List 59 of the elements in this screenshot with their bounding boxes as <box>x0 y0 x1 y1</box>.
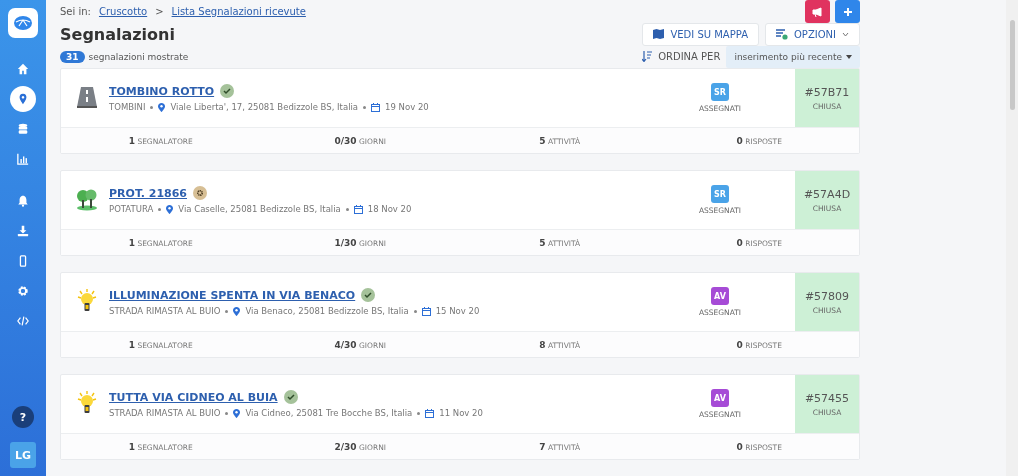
calendar-icon <box>371 102 381 112</box>
assignee-avatar: SR <box>711 185 729 203</box>
report-id: #57A4D <box>803 187 851 201</box>
calendar-icon <box>421 306 431 316</box>
map-icon <box>653 29 665 39</box>
count-label: segnalazioni mostrate <box>88 51 189 62</box>
sort-dropdown[interactable]: inserimento più recente <box>726 45 860 68</box>
report-date: 19 Nov 20 <box>385 102 429 112</box>
breadcrumb-link[interactable]: Cruscotto <box>98 6 148 17</box>
report-title-link[interactable]: TOMBINO ROTTO <box>109 84 215 98</box>
report-date: 15 Nov 20 <box>435 306 480 316</box>
plus-icon <box>842 6 853 17</box>
report-title-link[interactable]: TUTTA VIA CIDNEO AL BUIA <box>109 390 278 404</box>
report-category: POTATURA <box>109 204 154 214</box>
chevron-down-icon <box>842 31 849 37</box>
trees-icon <box>75 187 99 211</box>
report-category: STRADA RIMASTA AL BUIO <box>109 306 221 316</box>
assignee-avatar: AV <box>711 389 729 407</box>
breadcrumb-label: Sei in: <box>60 6 91 17</box>
options-button[interactable]: OPZIONI <box>765 22 860 46</box>
report-title-link[interactable]: ILLUMINAZIONE SPENTA IN VIA BENACO <box>109 288 356 302</box>
report-address: Via Caselle, 25081 Bedizzole BS, Italia <box>178 204 341 214</box>
sort-icon <box>642 51 653 62</box>
report-id: #57455 <box>804 391 850 405</box>
location-pin-icon <box>233 306 241 316</box>
sort-label: ORDINA PER <box>658 51 721 62</box>
light-bulb-icon <box>75 391 99 415</box>
road-icon <box>75 85 99 109</box>
breadcrumb-separator: > <box>155 6 164 17</box>
report-category: STRADA RIMASTA AL BUIO <box>109 408 221 418</box>
location-pin-icon <box>158 102 166 112</box>
calendar-icon <box>425 408 435 418</box>
report-title-link[interactable]: PROT. 21866 <box>109 186 187 200</box>
report-date: 11 Nov 20 <box>439 408 483 418</box>
report-id: #57B71 <box>804 85 850 99</box>
page-title: Segnalazioni <box>60 24 175 44</box>
megaphone-button[interactable] <box>805 0 830 23</box>
caret-icon <box>846 54 852 59</box>
breadcrumb-link[interactable]: Lista Segnalazioni ricevute <box>171 6 306 17</box>
report-address: Viale Liberta', 17, 25081 Bedizzole BS, Italia <box>170 102 359 112</box>
report-address: Via Benaco, 25081 Bedizzole BS, Italia <box>245 306 409 316</box>
logo-icon <box>8 8 38 38</box>
report-category: TOMBINI <box>109 102 146 112</box>
light-bulb-icon <box>75 289 99 313</box>
assignee-avatar: SR <box>711 83 729 101</box>
assignee-avatar: AV <box>711 287 729 305</box>
report-date: 18 Nov 20 <box>367 204 412 214</box>
report-address: Via Cidneo, 25081 Tre Bocche BS, Italia <box>245 408 413 418</box>
location-pin-icon <box>166 204 174 214</box>
map-button[interactable]: VEDI SU MAPPA <box>642 22 759 46</box>
megaphone-icon <box>812 6 823 17</box>
help-button[interactable]: ? <box>12 406 34 428</box>
add-button[interactable] <box>835 0 860 23</box>
location-pin-icon[interactable] <box>10 86 36 112</box>
calendar-icon <box>353 204 363 214</box>
count-badge: 31 <box>60 50 85 63</box>
location-pin-icon <box>233 408 241 418</box>
options-icon <box>776 28 788 40</box>
report-id: #57809 <box>804 289 850 303</box>
